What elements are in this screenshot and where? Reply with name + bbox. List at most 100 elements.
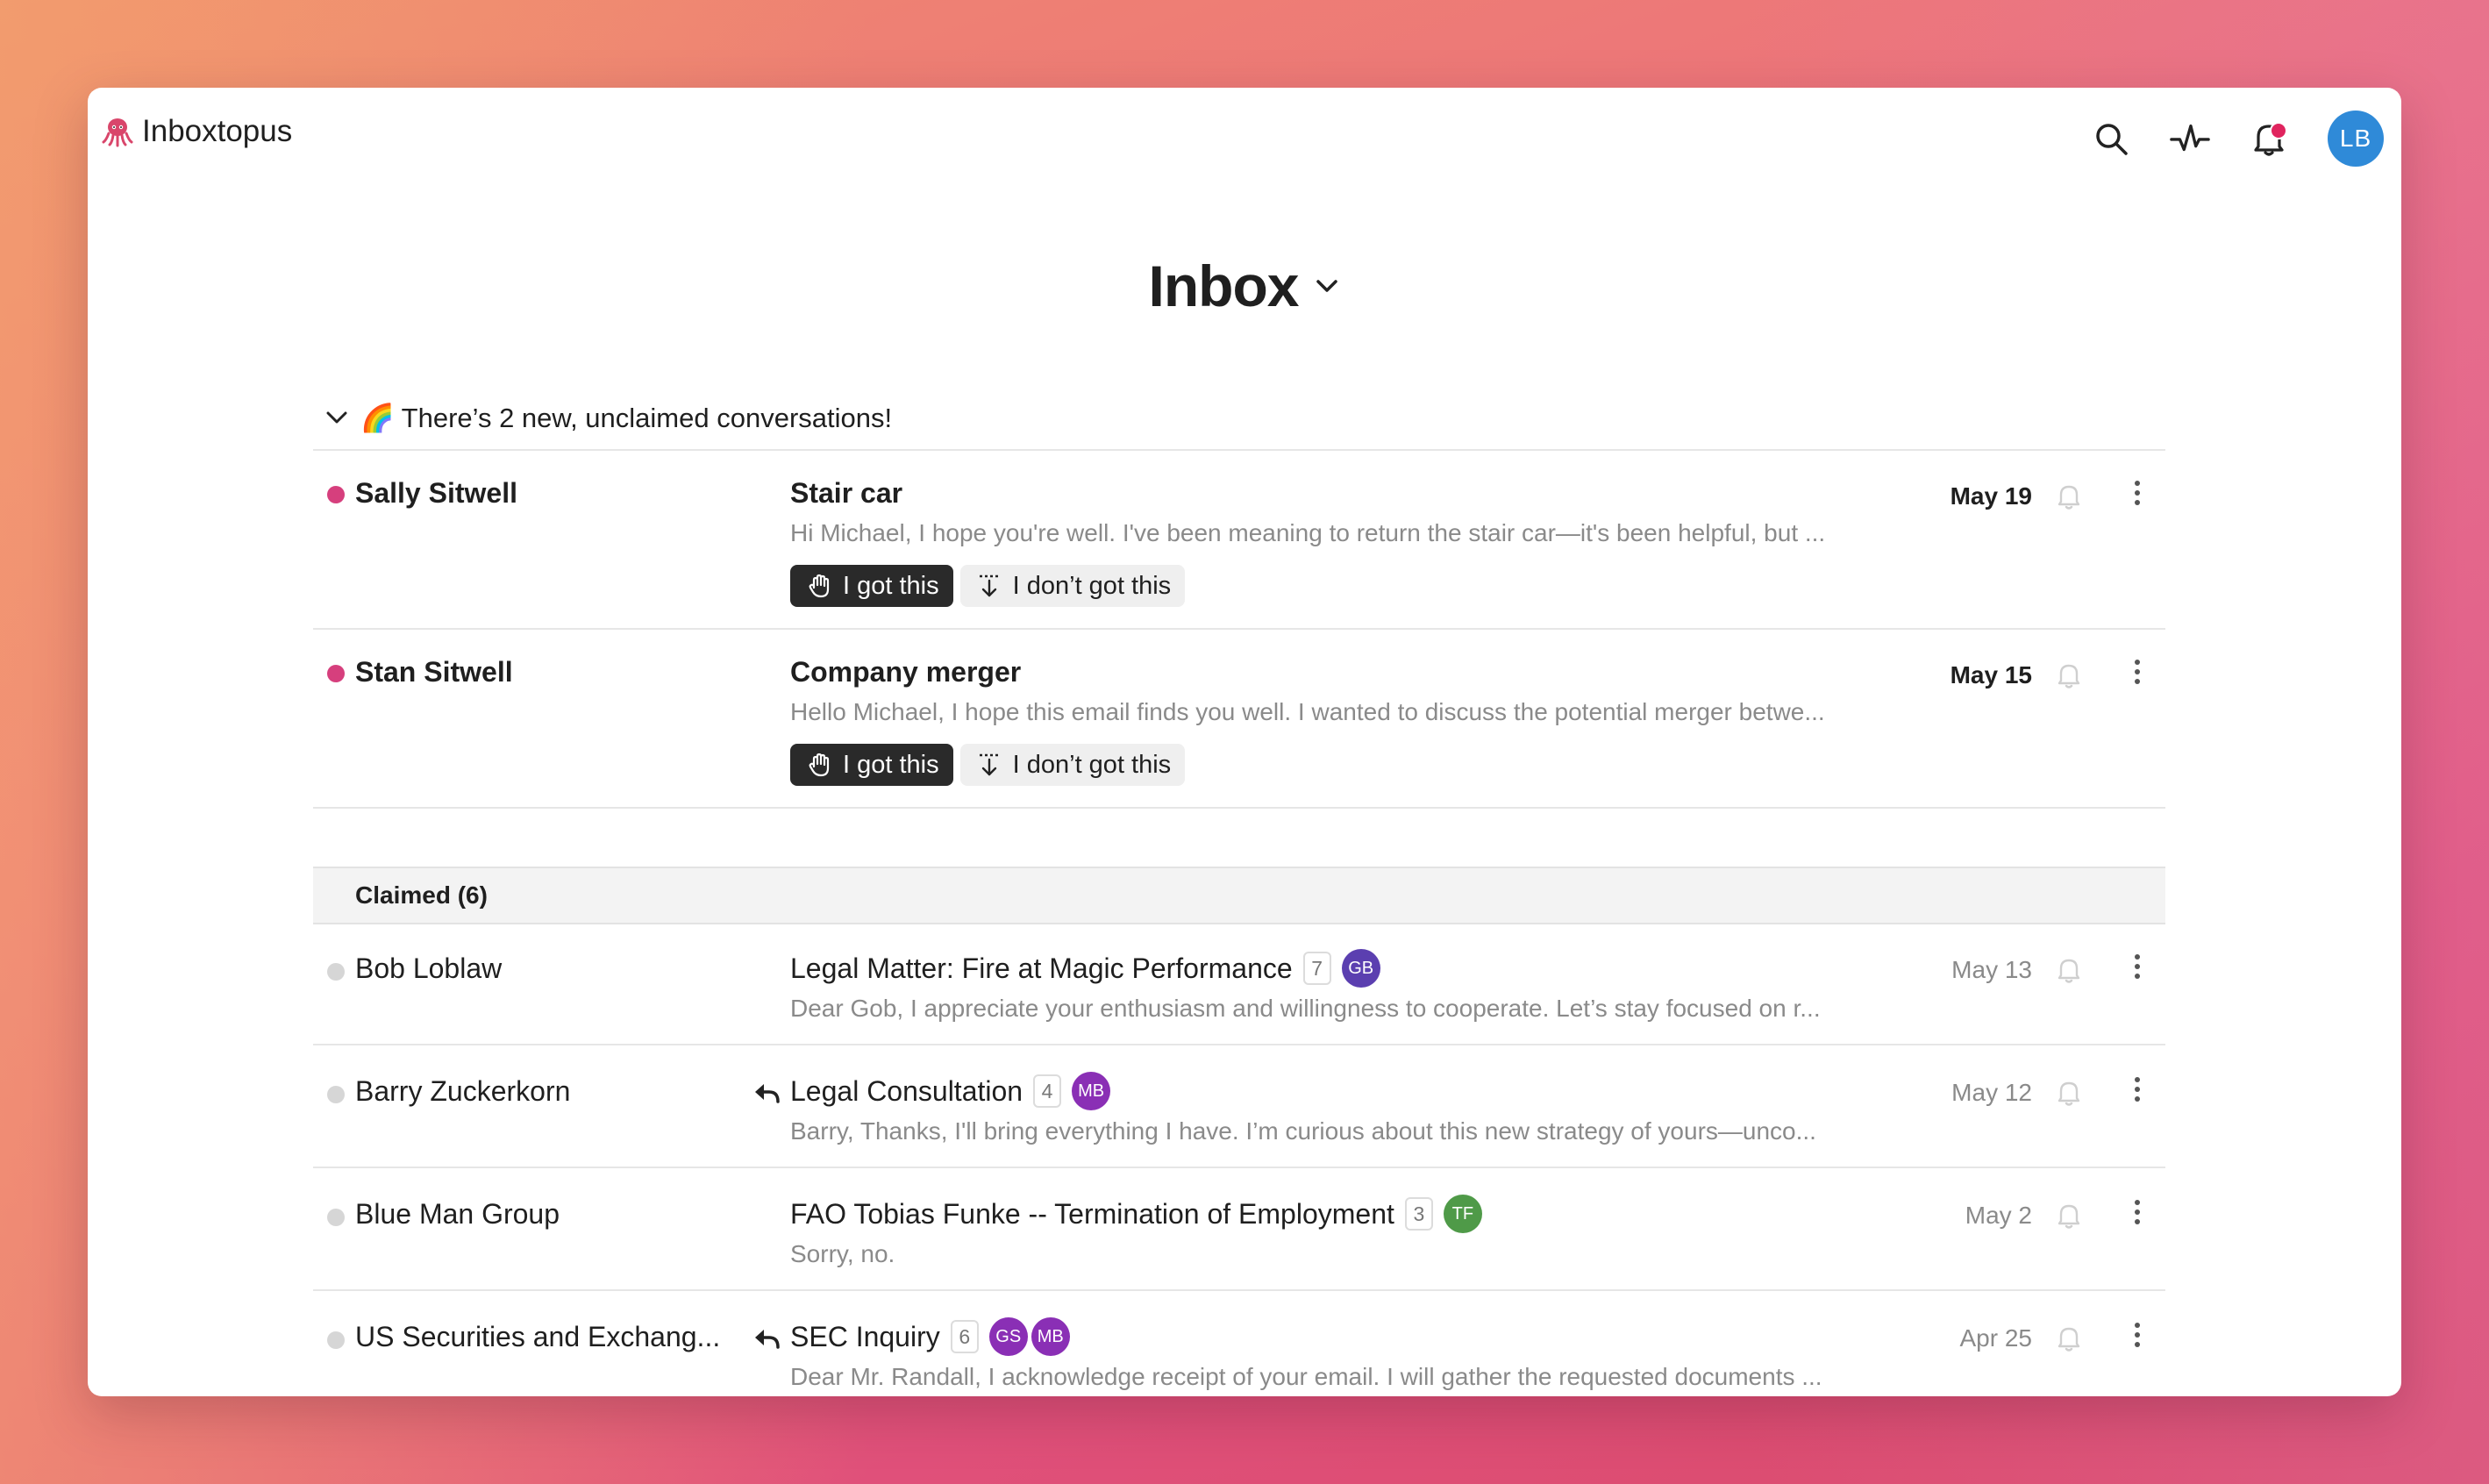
page-title-dropdown[interactable]: Inbox bbox=[88, 253, 2401, 319]
bell-icon[interactable] bbox=[2055, 956, 2083, 984]
subject-line: Legal Consultation 4 MB bbox=[790, 1072, 1111, 1110]
claim-actions: I got this I don’t got this bbox=[790, 744, 1186, 786]
bell-icon[interactable] bbox=[2055, 482, 2083, 510]
assignees: MB bbox=[1072, 1072, 1111, 1110]
top-actions: LB bbox=[2091, 111, 2384, 167]
more-options-icon[interactable] bbox=[2123, 1074, 2151, 1105]
assignees: GB bbox=[1341, 949, 1380, 988]
message-count: 6 bbox=[950, 1320, 979, 1353]
unread-dot bbox=[327, 486, 345, 503]
sender-name: US Securities and Exchang... bbox=[355, 1321, 721, 1352]
app-window: Inboxtopus LB Inbox 🌈 There’s 2 new, unc… bbox=[88, 88, 2401, 1396]
snippet: Hello Michael, I hope this email finds y… bbox=[790, 698, 1825, 725]
notification-badge bbox=[2270, 122, 2287, 139]
sender-name: Sally Sitwell bbox=[355, 477, 517, 509]
snippet: Hi Michael, I hope you're well. I've bee… bbox=[790, 519, 1826, 546]
app-name: Inboxtopus bbox=[142, 114, 293, 148]
subject: FAO Tobias Funke -- Termination of Emplo… bbox=[790, 1197, 1394, 1230]
date: May 15 bbox=[1950, 661, 2032, 688]
search-icon bbox=[2096, 124, 2128, 155]
subject-line: SEC Inquiry 6 GS MB bbox=[790, 1317, 1070, 1356]
assignees: TF bbox=[1443, 1195, 1482, 1233]
conversation-row[interactable]: Bob Loblaw Legal Matter: Fire at Magic P… bbox=[313, 923, 2165, 1045]
snippet: Dear Gob, I appreciate your enthusiasm a… bbox=[790, 995, 1821, 1022]
assignee-avatar: GB bbox=[1341, 949, 1380, 988]
more-options-icon[interactable] bbox=[2123, 656, 2151, 688]
claim-button[interactable]: I got this bbox=[790, 744, 953, 786]
page-title: Inbox bbox=[1148, 253, 1300, 318]
conversation-row[interactable]: Blue Man Group FAO Tobias Funke -- Termi… bbox=[313, 1168, 2165, 1291]
subject-line: Stair car bbox=[790, 477, 902, 510]
sender-name: Stan Sitwell bbox=[355, 656, 513, 688]
new-conversations-toggle[interactable]: 🌈 There’s 2 new, unclaimed conversations… bbox=[313, 386, 2165, 451]
snippet: Barry, Thanks, I'll bring everything I h… bbox=[790, 1117, 1816, 1145]
date: May 13 bbox=[1951, 956, 2032, 983]
octopus-logo-icon bbox=[102, 118, 133, 147]
search-button[interactable] bbox=[2091, 118, 2131, 159]
decline-label: I don’t got this bbox=[1012, 571, 1172, 600]
conversation-row[interactable]: Sally Sitwell Stair car Hi Michael, I ho… bbox=[313, 451, 2165, 630]
sender-name: Barry Zuckerkorn bbox=[355, 1075, 571, 1107]
subject: SEC Inquiry bbox=[790, 1320, 940, 1352]
subject: Stair car bbox=[790, 477, 903, 509]
read-dot bbox=[327, 1209, 345, 1226]
message-count: 4 bbox=[1033, 1074, 1062, 1108]
bell-icon[interactable] bbox=[2055, 1202, 2083, 1230]
top-bar: Inboxtopus LB bbox=[88, 88, 2401, 191]
activity-button[interactable] bbox=[2170, 118, 2210, 159]
reply-icon bbox=[755, 1084, 780, 1103]
assignee-avatar: TF bbox=[1443, 1195, 1482, 1233]
conversation-row[interactable]: US Securities and Exchang... SEC Inquiry… bbox=[313, 1291, 2165, 1396]
claim-label: I got this bbox=[843, 750, 939, 779]
claim-button[interactable]: I got this bbox=[790, 565, 953, 607]
user-avatar[interactable]: LB bbox=[2328, 111, 2384, 167]
sender-name: Bob Loblaw bbox=[355, 952, 503, 984]
date: May 12 bbox=[1951, 1079, 2032, 1106]
arrow-down-icon bbox=[979, 574, 999, 597]
chevron-down-icon bbox=[326, 411, 347, 424]
assignees: GS MB bbox=[988, 1317, 1070, 1356]
decline-button[interactable]: I don’t got this bbox=[959, 744, 1186, 786]
unread-dot bbox=[327, 665, 345, 682]
more-options-icon[interactable] bbox=[2123, 1319, 2151, 1351]
conversation-row[interactable]: Stan Sitwell Company merger Hello Michae… bbox=[313, 630, 2165, 809]
date: Apr 25 bbox=[1959, 1324, 2033, 1352]
activity-icon bbox=[2170, 124, 2210, 152]
decline-label: I don’t got this bbox=[1012, 750, 1172, 779]
hand-icon bbox=[809, 753, 830, 777]
chevron-down-icon bbox=[1316, 280, 1337, 292]
arrow-down-icon bbox=[979, 753, 999, 776]
notifications-button[interactable] bbox=[2249, 118, 2289, 159]
message-count: 7 bbox=[1302, 952, 1331, 985]
more-options-icon[interactable] bbox=[2123, 477, 2151, 509]
bell-icon[interactable] bbox=[2055, 1324, 2083, 1352]
sender-name: Blue Man Group bbox=[355, 1198, 560, 1230]
subject-line: Company merger bbox=[790, 656, 1021, 688]
assignee-avatar: GS bbox=[988, 1317, 1028, 1356]
date: May 19 bbox=[1950, 482, 2032, 510]
subject: Legal Matter: Fire at Magic Performance bbox=[790, 952, 1293, 984]
decline-button[interactable]: I don’t got this bbox=[959, 565, 1186, 607]
more-options-icon[interactable] bbox=[2123, 1196, 2151, 1228]
bell-icon[interactable] bbox=[2055, 1079, 2083, 1107]
read-dot bbox=[327, 963, 345, 981]
subject: Company merger bbox=[790, 656, 1022, 688]
date: May 2 bbox=[1965, 1202, 2032, 1229]
read-dot bbox=[327, 1331, 345, 1349]
assignee-avatar: MB bbox=[1072, 1072, 1111, 1110]
snippet: Sorry, no. bbox=[790, 1240, 895, 1267]
new-conversations-label: 🌈 There’s 2 new, unclaimed conversations… bbox=[360, 402, 893, 433]
claimed-label: Claimed (6) bbox=[355, 881, 488, 909]
read-dot bbox=[327, 1086, 345, 1103]
claimed-section-header[interactable]: Claimed (6) bbox=[313, 867, 2165, 924]
reply-icon bbox=[755, 1330, 780, 1349]
conversation-row[interactable]: Barry Zuckerkorn Legal Consultation 4 MB… bbox=[313, 1045, 2165, 1168]
assignee-avatar: MB bbox=[1031, 1317, 1070, 1356]
brand[interactable]: Inboxtopus bbox=[100, 114, 292, 149]
bell-icon[interactable] bbox=[2055, 661, 2083, 689]
claim-actions: I got this I don’t got this bbox=[790, 565, 1186, 607]
message-count: 3 bbox=[1404, 1197, 1433, 1231]
snippet: Dear Mr. Randall, I acknowledge receipt … bbox=[790, 1363, 1822, 1390]
more-options-icon[interactable] bbox=[2123, 951, 2151, 982]
hand-icon bbox=[809, 574, 830, 598]
